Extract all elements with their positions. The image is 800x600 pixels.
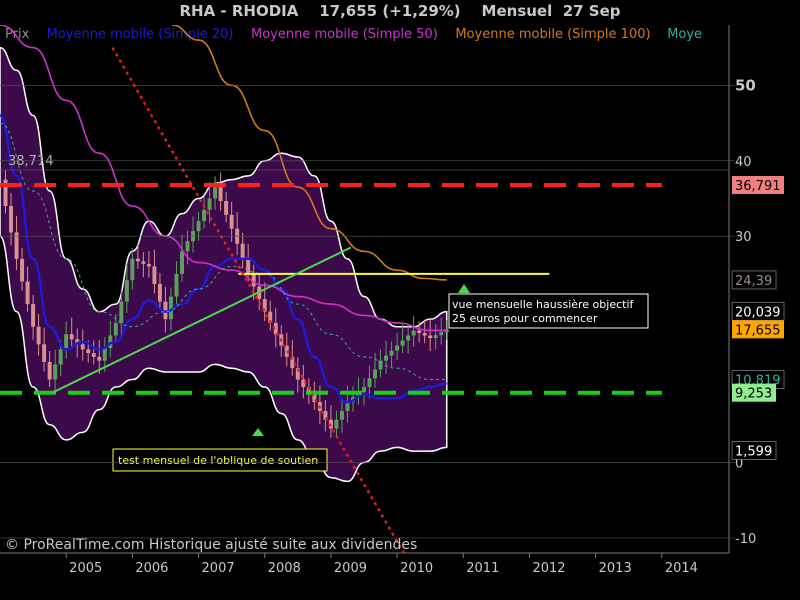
price-chart: Prix Moyenne mobile (Simple 20) Moyenne mo… (0, 25, 785, 576)
candle-body (378, 360, 383, 370)
candle-body (97, 356, 102, 361)
price-labels: 36,79124,3920,03917,65510,8199,2531,599 (731, 175, 785, 460)
price-tag-label: 17,655 (735, 323, 781, 338)
candle-body (47, 361, 52, 380)
candle-body (367, 378, 372, 388)
candle-body (196, 221, 201, 232)
price-tag-label: 20,039 (735, 305, 781, 320)
candle-body (422, 333, 427, 336)
candle-body (31, 304, 36, 327)
candle-body (246, 258, 251, 274)
price-tag-label: 9,253 (735, 387, 772, 402)
y-tick-label: 30 (735, 230, 752, 245)
legend: Prix Moyenne mobile (Simple 20) Moyenne mo… (5, 27, 702, 42)
candle-body (345, 402, 350, 411)
x-tick-label: 2009 (334, 561, 367, 576)
legend-item-3: Moyenne mobile (Simple 100) (455, 27, 650, 42)
candle-body (411, 330, 416, 336)
candle-body (180, 251, 184, 274)
bollinger-band (0, 46, 448, 483)
candle-body (406, 335, 411, 341)
legend-item-2: Moyenne mobile (Simple 50) (251, 27, 438, 42)
candle-body (58, 349, 63, 365)
x-tick-label: 2008 (268, 561, 301, 576)
candle-body (86, 349, 91, 354)
candle-body (157, 283, 162, 302)
candle-body (439, 332, 444, 336)
up-arrow-icon (252, 428, 264, 436)
candle-body (185, 241, 190, 252)
y-tick-label: 50 (735, 76, 756, 94)
candle-body (25, 281, 30, 305)
candle-body (362, 387, 366, 393)
x-tick-label: 2006 (135, 561, 168, 576)
legend-item-4: Moye (667, 27, 702, 42)
candle-body (91, 353, 96, 357)
candle-body (339, 410, 344, 420)
candle-body (36, 326, 41, 345)
price-tag-label: 1,599 (735, 444, 772, 459)
candle-body (240, 243, 245, 259)
candle-body (213, 187, 218, 199)
level-label-38714: 38,714 (8, 154, 54, 169)
legend-item-1: Moyenne mobile (Simple 20) (47, 27, 234, 42)
candle-body (207, 198, 212, 210)
annotation-target-line1: vue mensuelle haussière objectif (452, 298, 635, 311)
candle-body (124, 280, 129, 302)
candle-body (9, 206, 14, 233)
x-tick-label: 2010 (400, 561, 433, 576)
candle-body (102, 348, 107, 361)
annotation-support-text: test mensuel de l'oblique de soutien (118, 454, 318, 467)
legend-item-0: Prix (5, 27, 30, 42)
candle-body (53, 364, 58, 380)
candle-body (218, 187, 223, 201)
candle-body (433, 335, 438, 339)
y-tick-label: 40 (735, 155, 752, 170)
x-tick-label: 2013 (599, 561, 632, 576)
candle-body (395, 345, 400, 351)
candle-body (130, 258, 135, 281)
candle-body (64, 334, 69, 350)
candle-body (113, 322, 118, 336)
candle-body (42, 344, 47, 362)
x-tick-label: 2012 (532, 561, 565, 576)
candle-body (202, 209, 207, 222)
x-tick-label: 2011 (466, 561, 499, 576)
x-tick-label: 2014 (665, 561, 698, 576)
candle-body (174, 273, 179, 297)
price-tag-label: 36,791 (735, 179, 781, 194)
candle-body (389, 350, 394, 356)
candle-body (334, 419, 339, 429)
candle-body (69, 334, 74, 340)
x-tick-label: 2007 (202, 561, 235, 576)
y-tick-label: -10 (735, 532, 756, 547)
candle-body (80, 344, 85, 350)
candle-body (20, 258, 25, 282)
candle-body (141, 261, 146, 264)
candle-body (417, 330, 422, 333)
candle-body (384, 355, 389, 361)
candle-body (428, 335, 433, 339)
x-tick-label: 2005 (69, 561, 102, 576)
candle-body (224, 201, 229, 215)
price-tag-label: 24,39 (735, 274, 772, 289)
candle-body (146, 263, 151, 267)
candle-body (373, 369, 378, 379)
copyright-footer: © ProRealTime.com Historique ajusté suit… (5, 537, 417, 553)
candle-body (152, 266, 157, 284)
candle-body (229, 214, 234, 229)
candle-body (135, 258, 140, 262)
up-arrow-icon-2 (458, 284, 470, 293)
annotation-target-line2: 25 euros pour commencer (452, 312, 598, 325)
candle-body (400, 340, 405, 346)
x-axis: 2005 2006 2007 2008 2009 2010 2011 2012 2013 2014 (65, 553, 698, 576)
candle-body (119, 301, 124, 323)
